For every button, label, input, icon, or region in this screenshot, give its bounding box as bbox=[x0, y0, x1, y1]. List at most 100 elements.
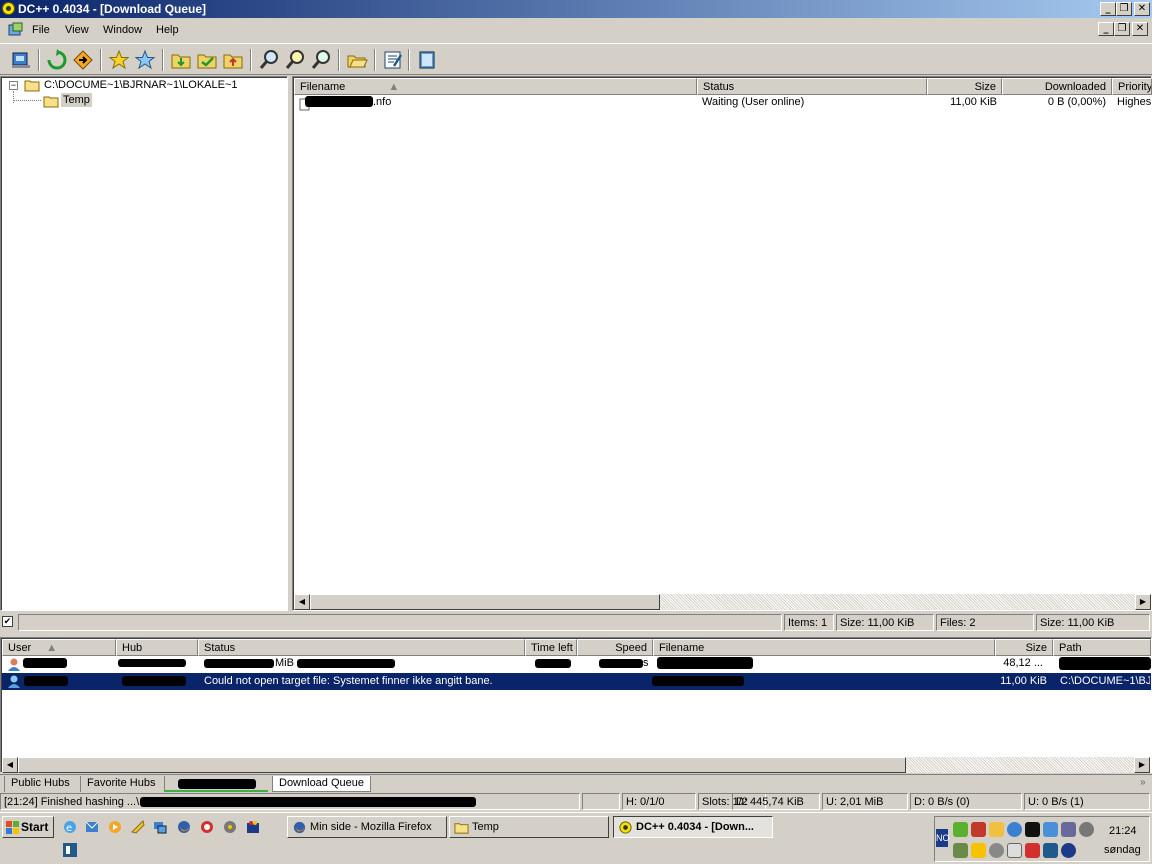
col-user[interactable]: User ▲ bbox=[2, 639, 116, 656]
queue-folder-tree[interactable]: − C:\DOCUME~1\BJRNAR~1\LOKALE~1 Temp bbox=[0, 76, 288, 611]
tray-clock-icon[interactable] bbox=[1079, 822, 1094, 837]
dcpp-quicklaunch-icon[interactable] bbox=[130, 819, 146, 835]
media-player-icon[interactable] bbox=[107, 819, 123, 835]
tray-speaker-icon[interactable] bbox=[989, 843, 1004, 858]
task-temp-folder[interactable]: Temp bbox=[449, 816, 609, 838]
tab-download-queue[interactable]: Download Queue bbox=[272, 776, 372, 792]
col-path[interactable]: Path bbox=[1053, 639, 1151, 656]
tray-tool-icon[interactable] bbox=[953, 843, 968, 858]
scroll-right-button[interactable]: ▶ bbox=[1134, 757, 1150, 773]
tray-media-icon[interactable] bbox=[1025, 822, 1040, 837]
tray-messenger-icon[interactable] bbox=[1043, 822, 1058, 837]
download-rate: D: 0 B/s (0) bbox=[910, 793, 1022, 810]
col-priority[interactable]: Priority bbox=[1112, 78, 1152, 95]
transfer-path: C:\DOCUME~1\BJRN bbox=[1060, 675, 1150, 687]
finished-downloads-icon[interactable] bbox=[196, 49, 218, 71]
transfer-hscrollbar[interactable]: ◀ ▶ bbox=[2, 757, 1150, 773]
mdi-child-icon[interactable] bbox=[8, 22, 24, 37]
col-downloaded[interactable]: Downloaded bbox=[1002, 78, 1112, 95]
files-count: Files: 2 bbox=[936, 614, 1034, 631]
transfer-error-status: Could not open target file: Systemet fin… bbox=[204, 675, 493, 687]
col-time-left[interactable]: Time left bbox=[525, 639, 577, 656]
menu-file[interactable]: File bbox=[32, 24, 50, 36]
transfer-list[interactable]: User ▲ Hub Status Time left Speed Filena… bbox=[0, 637, 1152, 773]
clock-time[interactable]: 21:24 bbox=[1109, 825, 1137, 837]
outlook-icon[interactable] bbox=[84, 819, 100, 835]
search-spy-icon[interactable] bbox=[310, 49, 332, 71]
firefox-icon[interactable] bbox=[176, 819, 192, 835]
finished-uploads-icon[interactable] bbox=[222, 49, 244, 71]
tree-root-label[interactable]: C:\DOCUME~1\BJRNAR~1\LOKALE~1 bbox=[44, 79, 238, 91]
tree-item-temp[interactable]: Temp bbox=[61, 93, 92, 107]
close-button[interactable]: ✕ bbox=[1134, 2, 1150, 16]
app-quicklaunch-icon[interactable] bbox=[222, 819, 238, 835]
col-filename[interactable]: Filename ▲ bbox=[294, 78, 697, 95]
menu-window[interactable]: Window bbox=[103, 24, 142, 36]
opera-icon[interactable] bbox=[199, 819, 215, 835]
transfer-size: 11,00 KiB bbox=[1000, 675, 1047, 687]
scroll-thumb[interactable] bbox=[310, 594, 660, 610]
col-speed[interactable]: Speed bbox=[577, 639, 653, 656]
mdi-close-button[interactable]: ✕ bbox=[1132, 22, 1148, 36]
scroll-right-button[interactable]: ▶ bbox=[1135, 594, 1151, 610]
tray-dcpp-icon[interactable] bbox=[989, 822, 1004, 837]
adl-search-icon[interactable] bbox=[284, 49, 306, 71]
scroll-left-button[interactable]: ◀ bbox=[2, 757, 18, 773]
network-icon[interactable] bbox=[152, 819, 168, 835]
search-icon[interactable] bbox=[258, 49, 280, 71]
task-firefox[interactable]: Min side - Mozilla Firefox bbox=[287, 816, 447, 838]
dcpp-app-icon bbox=[2, 2, 15, 15]
refresh-icon[interactable] bbox=[46, 49, 68, 71]
tray-window-icon[interactable] bbox=[1043, 843, 1058, 858]
transfer-status-partial: MiB bbox=[275, 657, 294, 669]
mdi-minimize-button[interactable]: _ bbox=[1098, 22, 1114, 36]
col-transfer-status[interactable]: Status bbox=[198, 639, 525, 656]
scroll-thumb[interactable] bbox=[18, 757, 906, 773]
table-row-selected[interactable]: Could not open target file: Systemet fin… bbox=[2, 673, 1151, 690]
col-size[interactable]: Size bbox=[927, 78, 1002, 95]
ie-icon[interactable]: e bbox=[62, 819, 78, 835]
tab-public-hubs[interactable]: Public Hubs bbox=[4, 776, 76, 792]
tray-wireless-icon[interactable] bbox=[1061, 843, 1076, 858]
favorite-hubs-icon[interactable] bbox=[108, 49, 130, 71]
msn-icon[interactable] bbox=[245, 819, 261, 835]
tray-app-icon[interactable] bbox=[971, 822, 986, 837]
mdi-restore-button[interactable]: ❐ bbox=[1114, 22, 1130, 36]
restore-button[interactable]: ❐ bbox=[1116, 2, 1132, 16]
queue-hscrollbar[interactable]: ◀ ▶ bbox=[294, 594, 1151, 610]
favorite-users-icon[interactable] bbox=[134, 49, 156, 71]
queue-status-bar: ✔ Items: 1 Size: 11,00 KiB Files: 2 Size… bbox=[0, 613, 1152, 633]
task-dcpp[interactable]: DC++ 0.4034 - [Down... bbox=[613, 816, 773, 838]
open-file-list-icon[interactable] bbox=[346, 49, 368, 71]
scroll-left-button[interactable]: ◀ bbox=[294, 594, 310, 610]
menu-view[interactable]: View bbox=[65, 24, 89, 36]
show-desktop-icon[interactable] bbox=[62, 842, 78, 858]
queue-status: Waiting (User online) bbox=[702, 96, 805, 108]
tray-users-icon[interactable] bbox=[1061, 822, 1076, 837]
minimize-button[interactable]: _ bbox=[1100, 2, 1116, 16]
tab-favorite-hubs[interactable]: Favorite Hubs bbox=[80, 776, 161, 792]
follow-redirect-icon[interactable] bbox=[72, 49, 94, 71]
tray-pen-icon[interactable] bbox=[971, 843, 986, 858]
title-bar[interactable]: DC++ 0.4034 - [Download Queue] _ ❐ ✕ bbox=[0, 0, 1152, 18]
menu-bar: File View Window Help _ ❐ ✕ bbox=[0, 19, 1152, 41]
col-transfer-filename[interactable]: Filename bbox=[653, 639, 995, 656]
tray-power-icon[interactable] bbox=[1025, 843, 1040, 858]
menu-help[interactable]: Help bbox=[156, 24, 179, 36]
notepad-icon[interactable] bbox=[416, 49, 438, 71]
download-queue-icon[interactable] bbox=[170, 49, 192, 71]
col-status[interactable]: Status bbox=[697, 78, 927, 95]
show-tree-checkbox[interactable]: ✔ bbox=[2, 616, 13, 627]
sort-ascending-icon: ▲ bbox=[46, 642, 58, 654]
tray-network-icon[interactable] bbox=[953, 822, 968, 837]
tabs-scroll-icon[interactable]: » bbox=[1140, 777, 1146, 788]
start-button[interactable]: Start bbox=[2, 816, 54, 838]
tray-mouse-icon[interactable] bbox=[1007, 843, 1022, 858]
reconnect-icon[interactable] bbox=[10, 49, 32, 71]
tray-globe-icon[interactable] bbox=[1007, 822, 1022, 837]
settings-icon[interactable] bbox=[382, 49, 404, 71]
col-transfer-size[interactable]: Size bbox=[995, 639, 1053, 656]
download-queue-list[interactable]: Filename ▲ Status Size Downloaded Priori… bbox=[292, 76, 1152, 611]
col-hub[interactable]: Hub bbox=[116, 639, 198, 656]
tree-collapse-toggle[interactable]: − bbox=[9, 81, 18, 90]
